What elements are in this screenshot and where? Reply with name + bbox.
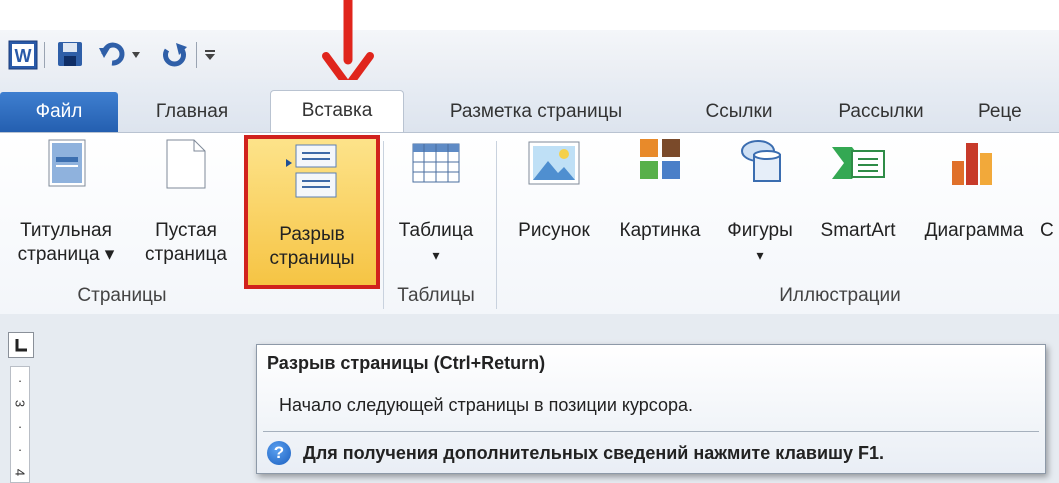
table-icon	[412, 143, 460, 183]
smartart-label: SmartArt	[820, 220, 896, 241]
cover-page-label: Титульная	[20, 220, 112, 241]
shapes-label: Фигуры	[727, 220, 793, 241]
picture-label: Рисунок	[518, 220, 590, 241]
pages-group-label: Страницы	[77, 285, 167, 306]
ruler-mark: ·	[17, 419, 23, 434]
table-dropdown-arrow: ▾	[432, 247, 440, 263]
smartart-button[interactable]: SmartArt	[806, 133, 910, 283]
tooltip-description: Начало следующей страницы в позиции курс…	[279, 395, 693, 415]
tab-insert[interactable]: Вставка	[270, 90, 404, 134]
clipart-button[interactable]: Картинка	[606, 133, 714, 283]
page-break-label-2: страницы	[269, 248, 355, 269]
tooltip-title: Разрыв страницы (Ctrl+Return)	[267, 353, 546, 373]
screenshot-button[interactable]: С	[1040, 133, 1059, 283]
cover-page-button[interactable]: Титульная страница ▾	[4, 133, 128, 283]
page-break-button[interactable]: Разрыв страницы	[244, 135, 380, 289]
ruler-mark: ·	[17, 442, 23, 457]
picture-button[interactable]: Рисунок	[502, 133, 606, 283]
illustrations-group-label: Иллюстрации	[779, 285, 901, 306]
tab-mailings[interactable]: Рассылки	[822, 92, 940, 132]
page-break-tooltip: Разрыв страницы (Ctrl+Return) Начало сле…	[256, 344, 1046, 474]
tooltip-help-text: Для получения дополнительных сведений на…	[303, 443, 885, 463]
undo-dropdown-icon[interactable]	[130, 50, 142, 60]
tab-home[interactable]: Главная	[136, 92, 248, 132]
clipart-label: Картинка	[619, 220, 701, 241]
customize-qat-icon[interactable]	[203, 48, 217, 62]
undo-icon[interactable]	[98, 40, 126, 68]
ruler-mark: ·	[17, 373, 23, 388]
ruler-mark: 3	[12, 399, 28, 408]
red-arrow-annotation	[322, 0, 374, 90]
chart-button[interactable]: Диаграмма	[910, 133, 1038, 283]
ribbon-panel: Титульная страница ▾ Пустая страница Раз…	[0, 132, 1059, 315]
smartart-icon	[832, 147, 885, 179]
svg-text:W: W	[15, 46, 32, 66]
qat-separator	[44, 42, 45, 68]
help-icon: ?	[267, 441, 291, 465]
blank-page-label: Пустая	[155, 220, 217, 241]
save-icon[interactable]	[56, 40, 84, 68]
blank-page-label-2: страница	[145, 244, 227, 265]
left-tab-stop-icon	[15, 339, 27, 352]
clipart-icon	[640, 139, 680, 179]
redo-icon[interactable]	[160, 40, 188, 68]
vertical-ruler[interactable]: · 3 · · 4	[10, 366, 30, 483]
qat-separator	[196, 42, 197, 68]
cover-page-label-2: страница ▾	[17, 244, 115, 265]
shapes-dropdown-arrow: ▾	[756, 247, 764, 263]
page-break-label: Разрыв	[279, 224, 345, 245]
blank-page-icon	[166, 139, 206, 189]
ruler-mark: 4	[12, 468, 28, 477]
group-separator	[383, 141, 384, 309]
quick-access-toolbar: W	[0, 30, 1059, 80]
cover-page-icon	[48, 139, 86, 187]
chart-icon	[952, 143, 992, 185]
tab-selector[interactable]	[8, 332, 34, 358]
shapes-button[interactable]: Фигуры ▾	[714, 133, 806, 283]
tab-references[interactable]: Ссылки	[692, 92, 786, 132]
tab-review[interactable]: Реце	[978, 92, 1059, 132]
blank-page-button[interactable]: Пустая страница	[130, 133, 242, 283]
tables-group-label: Таблицы	[397, 285, 475, 306]
screenshot-label: С	[1040, 220, 1054, 241]
picture-icon	[528, 141, 580, 185]
tab-file[interactable]: Файл	[0, 92, 118, 132]
page-break-text: Разрыв страницы	[248, 139, 376, 289]
table-button[interactable]: Таблица ▾	[386, 133, 486, 283]
word-icon[interactable]: W	[8, 40, 38, 70]
ribbon-tabs: Файл Главная Вставка Разметка страницы С…	[0, 80, 1059, 134]
chart-label: Диаграмма	[924, 220, 1024, 241]
tooltip-divider	[263, 431, 1039, 432]
group-separator	[496, 141, 497, 309]
tab-page-layout[interactable]: Разметка страницы	[420, 92, 652, 132]
shapes-icon	[741, 140, 781, 182]
table-label: Таблица	[398, 220, 474, 241]
